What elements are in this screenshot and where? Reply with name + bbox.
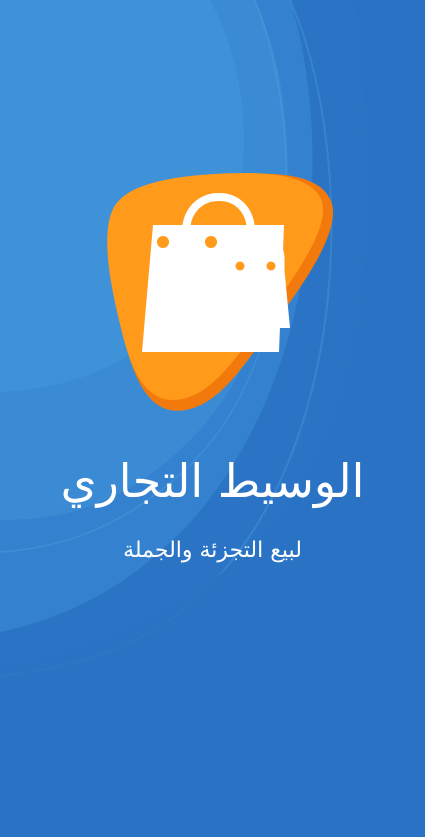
background-waves (0, 0, 425, 837)
splash-screen: الوسيط التجاري لبيع التجزئة والجملة (0, 0, 425, 837)
app-logo (107, 172, 334, 411)
app-title: الوسيط التجاري (60, 454, 365, 508)
app-subtitle: لبيع التجزئة والجملة (123, 538, 302, 563)
